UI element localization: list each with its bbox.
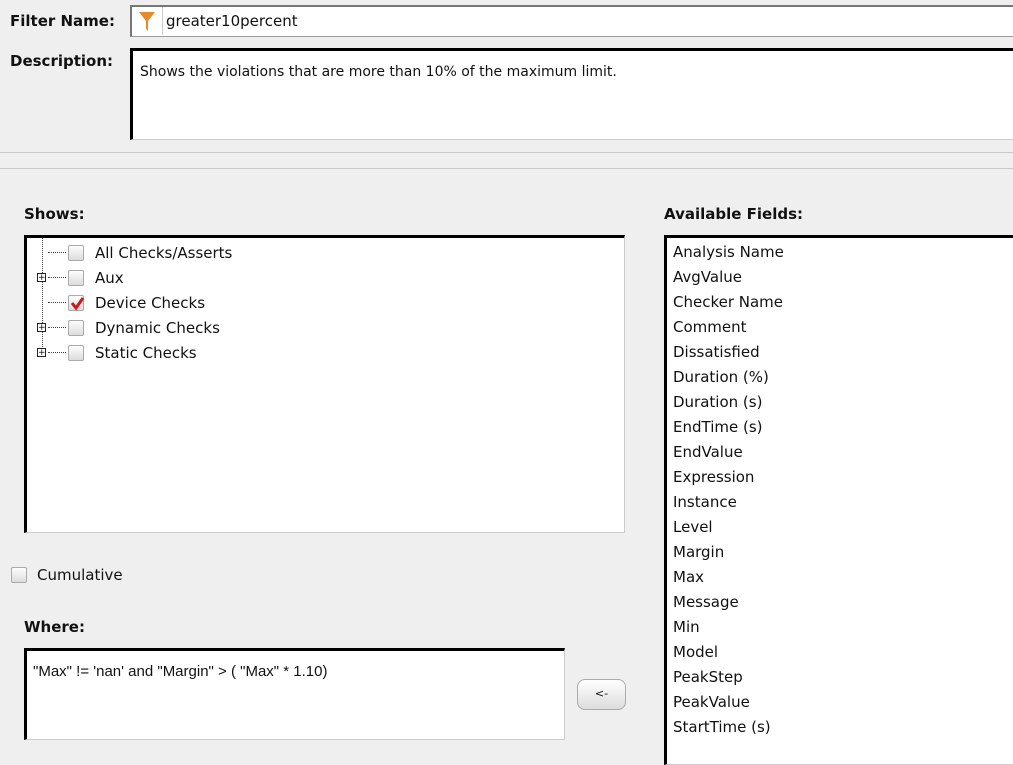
checkbox[interactable] — [68, 344, 84, 361]
expand-icon[interactable]: + — [37, 323, 46, 333]
tree-item[interactable]: + Aux — [37, 265, 124, 290]
field-item[interactable]: EndTime (s) — [667, 415, 1013, 440]
tree-line — [48, 327, 66, 328]
field-item[interactable]: EndValue — [667, 440, 1013, 465]
where-value: "Max" != 'nan' and "Margin" > ( "Max" * … — [33, 663, 328, 680]
checkbox[interactable] — [68, 294, 85, 311]
tree-item-label: Device Checks — [95, 293, 206, 312]
tree-item[interactable]: + Dynamic Checks — [37, 315, 220, 340]
available-fields-list[interactable]: Analysis Name AvgValue Checker Name Comment… — [664, 235, 1013, 765]
cumulative-checkbox[interactable]: Cumulative — [11, 566, 123, 584]
description-value: Shows the violations that are more than … — [140, 64, 617, 80]
field-item[interactable]: Duration (s) — [667, 390, 1013, 415]
field-item[interactable]: StartTime (s) — [667, 715, 1013, 740]
tree-item[interactable]: Device Checks — [37, 290, 205, 315]
tree-item-label: All Checks/Asserts — [95, 243, 233, 262]
insert-field-button[interactable]: <- — [577, 679, 626, 710]
tree-item-label: Aux — [95, 268, 124, 287]
field-item[interactable]: Max — [667, 565, 1013, 590]
checkbox[interactable] — [68, 319, 84, 336]
description-label: Description: — [10, 52, 114, 70]
field-item[interactable]: Model — [667, 640, 1013, 665]
tree-item[interactable]: + Static Checks — [37, 340, 197, 365]
filter-name-field[interactable]: greater10percent — [130, 5, 1013, 37]
field-item[interactable]: Level — [667, 515, 1013, 540]
tree-item-label: Dynamic Checks — [95, 318, 220, 337]
shows-tree[interactable]: All Checks/Asserts + Aux Device Checks + Dyna… — [24, 235, 625, 533]
tree-item[interactable]: All Checks/Asserts — [37, 240, 232, 265]
field-item[interactable]: Expression — [667, 465, 1013, 490]
shows-label: Shows: — [24, 205, 85, 223]
checkbox[interactable] — [68, 244, 84, 261]
field-item[interactable]: Dissatisfied — [667, 340, 1013, 365]
field-item[interactable]: Min — [667, 615, 1013, 640]
field-item[interactable]: PeakStep — [667, 665, 1013, 690]
expand-icon[interactable]: + — [37, 348, 46, 358]
filter-name-value: greater10percent — [166, 12, 298, 30]
checkbox[interactable] — [68, 269, 84, 286]
field-item[interactable]: Instance — [667, 490, 1013, 515]
field-item[interactable]: Message — [667, 590, 1013, 615]
expand-icon[interactable]: + — [37, 273, 46, 283]
field-item[interactable]: Comment — [667, 315, 1013, 340]
funnel-icon — [132, 7, 163, 35]
tree-line — [48, 352, 66, 353]
divider — [0, 152, 1013, 153]
divider — [0, 168, 1013, 169]
field-item[interactable]: Analysis Name — [667, 240, 1013, 265]
where-label: Where: — [24, 618, 85, 636]
description-textarea[interactable]: Shows the violations that are more than … — [130, 48, 1013, 140]
where-textarea[interactable]: "Max" != 'nan' and "Margin" > ( "Max" * … — [24, 648, 565, 740]
tree-item-label: Static Checks — [95, 343, 197, 362]
field-item[interactable]: PeakValue — [667, 690, 1013, 715]
cumulative-label: Cumulative — [37, 566, 123, 584]
available-fields-label: Available Fields: — [664, 205, 804, 223]
tree-line — [48, 302, 66, 303]
tree-line — [48, 277, 66, 278]
checkbox[interactable] — [11, 567, 27, 583]
field-item[interactable]: Checker Name — [667, 290, 1013, 315]
tree-line — [48, 252, 66, 253]
field-item[interactable]: Duration (%) — [667, 365, 1013, 390]
field-item[interactable]: Margin — [667, 540, 1013, 565]
field-item[interactable]: AvgValue — [667, 265, 1013, 290]
filter-name-label: Filter Name: — [10, 12, 115, 30]
